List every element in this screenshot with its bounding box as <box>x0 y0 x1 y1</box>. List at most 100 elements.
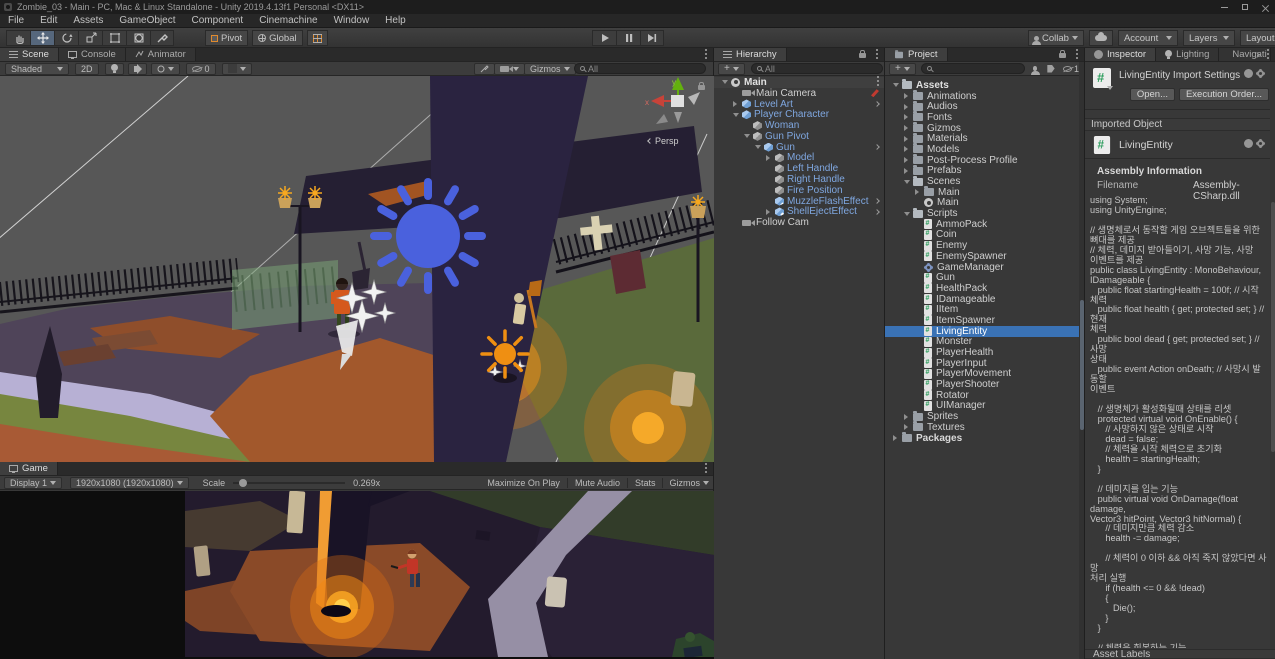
scene-panel-menu-icon[interactable] <box>705 53 707 55</box>
tab-lighting[interactable]: Lighting <box>1156 48 1219 61</box>
open-button[interactable]: Open... <box>1130 88 1175 101</box>
collab-button[interactable]: Collab <box>1028 30 1084 46</box>
project-item[interactable]: Main <box>885 187 1084 198</box>
child-arrow-icon[interactable] <box>874 144 880 150</box>
help-icon[interactable] <box>1244 69 1253 78</box>
project-item[interactable]: Animations <box>885 91 1084 102</box>
child-arrow-icon[interactable] <box>874 198 880 204</box>
minimize-icon[interactable] <box>1221 7 1228 8</box>
pivot-toggle[interactable]: Pivot <box>205 30 248 46</box>
project-item[interactable]: Coin <box>885 230 1084 241</box>
gizmos-dropdown[interactable]: Gizmos <box>524 63 576 75</box>
close-icon[interactable] <box>1262 4 1269 11</box>
scrollbar-thumb[interactable] <box>1271 202 1275 452</box>
2d-toggle[interactable]: 2D <box>75 63 99 75</box>
shading-mode-dropdown[interactable]: Shaded <box>5 63 69 75</box>
game-panel-menu-icon[interactable] <box>705 467 707 469</box>
scene-lighting-toggle[interactable] <box>105 63 124 75</box>
display-dropdown[interactable]: Display 1 <box>4 477 62 489</box>
scene-menu-icon[interactable] <box>877 80 879 82</box>
hidden-packages-icon[interactable] <box>1063 66 1072 72</box>
global-toggle[interactable]: Global <box>252 30 302 46</box>
lock-icon[interactable] <box>859 53 866 58</box>
tab-hierarchy[interactable]: Hierarchy <box>714 48 787 61</box>
hierarchy-item[interactable]: Gun <box>714 142 884 153</box>
project-item[interactable]: UIManager <box>885 401 1084 412</box>
project-item[interactable]: Enemy <box>885 240 1084 251</box>
scene-row-main[interactable]: Main <box>714 77 884 88</box>
project-item[interactable]: IDamageable <box>885 294 1084 305</box>
scene-visibility-toggle[interactable]: 0 <box>186 63 216 75</box>
hierarchy-item[interactable]: Gun Pivot <box>714 131 884 142</box>
move-tool[interactable] <box>30 30 54 46</box>
scene-audio-toggle[interactable] <box>128 63 147 75</box>
scene-search-input[interactable]: All <box>574 63 706 74</box>
project-item[interactable]: PlayerHealth <box>885 347 1084 358</box>
create-object-dropdown[interactable]: + <box>718 63 745 75</box>
scale-tool[interactable] <box>78 30 102 46</box>
menu-help[interactable]: Help <box>377 15 414 26</box>
help-icon[interactable] <box>1244 139 1253 148</box>
inspector-scrollbar[interactable] <box>1270 62 1275 649</box>
hierarchy-item[interactable]: Main Camera <box>714 88 884 99</box>
hierarchy-item[interactable]: Player Character <box>714 109 884 120</box>
project-item[interactable]: Gizmos <box>885 123 1084 134</box>
project-item[interactable]: Textures <box>885 422 1084 433</box>
project-item[interactable]: Packages <box>885 433 1084 444</box>
project-item[interactable]: HealthPack <box>885 283 1084 294</box>
project-item[interactable]: PlayerMovement <box>885 369 1084 380</box>
resolution-dropdown[interactable]: 1920x1080 (1920x1080) <box>70 477 189 489</box>
scale-slider-thumb[interactable] <box>239 479 247 487</box>
project-item[interactable]: Rotator <box>885 390 1084 401</box>
layers-dropdown[interactable]: Layers <box>1183 30 1235 46</box>
gear-icon[interactable] <box>1257 140 1264 147</box>
menu-edit[interactable]: Edit <box>32 15 65 26</box>
grid-visibility-dropdown[interactable] <box>222 63 252 75</box>
rotate-tool[interactable] <box>54 30 78 46</box>
tab-inspector[interactable]: Inspector <box>1085 48 1156 61</box>
project-item[interactable]: Main <box>885 198 1084 209</box>
lock-icon[interactable] <box>1059 53 1066 58</box>
rect-tool[interactable] <box>102 30 126 46</box>
menu-component[interactable]: Component <box>184 15 252 26</box>
scrollbar-thumb[interactable] <box>1080 300 1084 430</box>
hierarchy-item[interactable]: Woman <box>714 120 884 131</box>
play-button[interactable] <box>592 30 616 46</box>
project-item[interactable]: GameManager <box>885 262 1084 273</box>
menu-window[interactable]: Window <box>326 15 378 26</box>
hierarchy-search-input[interactable]: All <box>751 63 883 74</box>
hierarchy-item[interactable]: Level Art <box>714 99 884 110</box>
hierarchy-item[interactable]: ShellEjectEffect <box>714 207 884 218</box>
menu-file[interactable]: File <box>0 15 32 26</box>
execution-order-button[interactable]: Execution Order... <box>1179 88 1269 101</box>
project-item[interactable]: PlayerShooter <box>885 379 1084 390</box>
maximize-icon[interactable] <box>1242 4 1248 10</box>
project-item[interactable]: Prefabs <box>885 166 1084 177</box>
mute-audio-toggle[interactable]: Mute Audio <box>571 478 624 488</box>
pause-button[interactable] <box>616 30 640 46</box>
hierarchy-item[interactable]: Fire Position <box>714 185 884 196</box>
scene-viewport[interactable]: y x Persp <box>0 76 714 462</box>
menu-gameobject[interactable]: GameObject <box>111 15 183 26</box>
custom-tool[interactable] <box>150 30 174 46</box>
project-menu-icon[interactable] <box>1076 53 1078 55</box>
tab-console[interactable]: Console <box>59 48 126 61</box>
project-item[interactable]: Gun <box>885 272 1084 283</box>
project-item[interactable]: AmmoPack <box>885 219 1084 230</box>
project-item[interactable]: Monster <box>885 337 1084 348</box>
asset-labels-section[interactable]: Asset Labels <box>1085 649 1275 659</box>
scene-effects-dropdown[interactable] <box>151 63 180 75</box>
game-viewport[interactable] <box>0 491 714 659</box>
hierarchy-menu-icon[interactable] <box>876 53 878 55</box>
project-item[interactable]: Post-Process Profile <box>885 155 1084 166</box>
project-item[interactable]: Scripts <box>885 208 1084 219</box>
scale-slider[interactable] <box>233 482 345 484</box>
project-item[interactable]: Scenes <box>885 176 1084 187</box>
child-arrow-icon[interactable] <box>874 101 880 107</box>
hand-tool[interactable] <box>6 30 30 46</box>
project-item[interactable]: ItemSpawner <box>885 315 1084 326</box>
scene-camera-dropdown[interactable] <box>494 63 525 75</box>
search-by-collab-icon[interactable] <box>1033 66 1038 71</box>
maximize-on-play-toggle[interactable]: Maximize On Play <box>483 478 564 488</box>
menu-assets[interactable]: Assets <box>65 15 111 26</box>
